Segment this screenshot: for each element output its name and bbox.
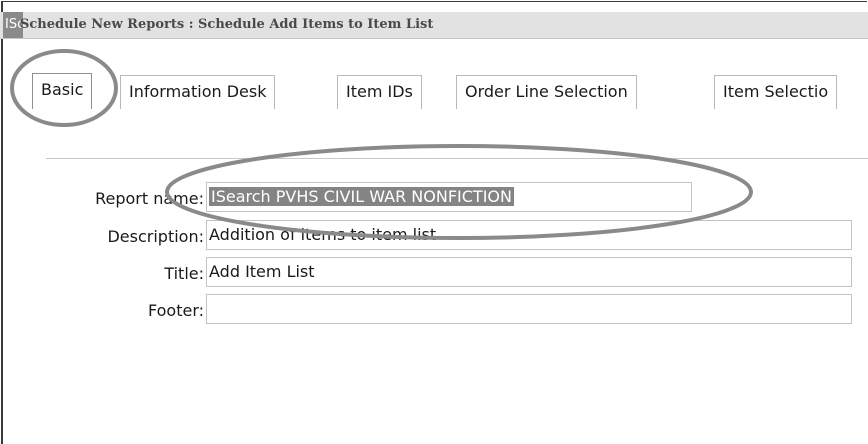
panel-divider	[46, 158, 868, 159]
tab-basic[interactable]: Basic	[32, 73, 93, 109]
footer-label: Footer:	[147, 301, 204, 320]
report-name-value: ISearch PVHS CIVIL WAR NONFICTION	[209, 187, 514, 206]
report-name-label: Report name:	[95, 189, 204, 208]
title-input[interactable]: Add Item List	[206, 257, 852, 287]
footer-input[interactable]	[206, 294, 852, 324]
tab-order-line-selection[interactable]: Order Line Selection	[456, 75, 637, 109]
description-input[interactable]: Addition of items to item list	[206, 220, 852, 250]
window-title: Schedule New Reports : Schedule Add Item…	[20, 17, 434, 32]
title-label: Title:	[164, 264, 204, 283]
tab-information-desk[interactable]: Information Desk	[120, 75, 276, 109]
description-label: Description:	[107, 227, 204, 246]
window-titlebar: ISc Schedule New Reports : Schedule Add …	[0, 12, 868, 39]
report-name-input[interactable]: ISearch PVHS CIVIL WAR NONFICTION	[206, 182, 692, 212]
tab-item-selection[interactable]: Item Selectio	[714, 75, 838, 109]
tab-item-ids[interactable]: Item IDs	[337, 75, 422, 109]
